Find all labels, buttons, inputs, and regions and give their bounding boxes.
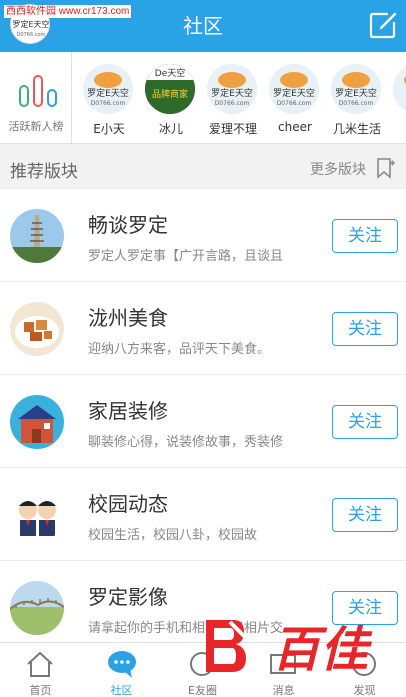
tab-home[interactable]: 首页 xyxy=(0,643,81,697)
user-avatar: 罗定E天空 D0766.com xyxy=(83,64,133,114)
bar-chart-icon xyxy=(19,75,57,107)
user-avatar: De天空 品牌商家 xyxy=(145,64,195,114)
tab-label: 首页 xyxy=(29,684,52,697)
svg-text:罗定E天空: 罗定E天空 xyxy=(87,87,129,99)
board-thumbnail xyxy=(10,395,64,449)
svg-text:罗定E天空: 罗定E天空 xyxy=(273,87,315,99)
user-avatar: 罗定E天空 D0766.com xyxy=(331,64,381,114)
tab-label: 社区 xyxy=(110,684,133,697)
board-row[interactable]: 畅谈罗定 罗定人罗定事【广开言路，且谈且 关注 xyxy=(0,189,406,282)
user-name: 几米生活 xyxy=(332,122,381,136)
board-title: 罗定影像 xyxy=(88,585,168,609)
baijia-logo-watermark: 百佳 xyxy=(206,620,373,678)
active-rank-entry[interactable]: 活跃新人榜 xyxy=(0,52,72,143)
active-user[interactable]: 罗定E天空 D0766.com cheer xyxy=(264,64,326,143)
board-title: 泷州美食 xyxy=(88,306,168,330)
top-header: 罗定E天空 D0766.com 西西软件园 www.cr173.com 社区 xyxy=(0,0,406,52)
active-user[interactable]: De天空 品牌商家 冰儿 xyxy=(140,64,202,143)
tab-label: 消息 xyxy=(272,684,295,697)
svg-text:百佳: 百佳 xyxy=(272,622,373,678)
user-name: 你 xyxy=(384,120,406,137)
user-avatar: 罗定E天空 D0766.com xyxy=(207,64,257,114)
active-users-strip: 活跃新人榜 罗定E天空 D0766.com E小天 De天空 品牌商家 冰儿 罗… xyxy=(0,52,406,144)
board-desc: 聊装修心得，说装修故事，秀装修 xyxy=(88,435,284,450)
svg-text:D0766.com: D0766.com xyxy=(339,100,374,107)
pagoda-image-icon xyxy=(10,209,64,263)
rank-label: 活跃新人榜 xyxy=(8,120,64,133)
board-thumbnail xyxy=(10,209,64,263)
user-avatar: 罗定 D0 xyxy=(393,64,406,114)
board-title: 校园动态 xyxy=(88,492,168,516)
chat-bubble-icon xyxy=(108,651,136,678)
follow-button[interactable]: 关注 xyxy=(332,312,398,346)
tab-label: E友圈 xyxy=(188,684,217,697)
board-row[interactable]: 泷州美食 迎纳八方来客，品评天下美食。 关注 xyxy=(0,282,406,375)
board-desc: 罗定人罗定事【广开言路，且谈且 xyxy=(88,249,284,264)
compose-button[interactable] xyxy=(368,10,398,40)
food-image-icon xyxy=(10,302,64,356)
avatar-logo-icon: De天空 品牌商家 xyxy=(145,64,195,114)
svg-text:D0766.com: D0766.com xyxy=(277,100,312,107)
svg-text:品牌商家: 品牌商家 xyxy=(152,88,188,100)
section-title: 推荐版块 xyxy=(10,162,78,182)
page-title: 社区 xyxy=(183,14,223,38)
svg-text:罗定E天空: 罗定E天空 xyxy=(211,87,253,99)
active-user[interactable]: 罗定 D0 你 xyxy=(388,64,406,143)
avatar-logo-icon: 罗定E天空 D0766.com xyxy=(207,64,257,114)
landscape-image-icon xyxy=(10,581,64,635)
board-list: 畅谈罗定 罗定人罗定事【广开言路，且谈且 关注 泷州美食 迎纳八方来客，品评天下… xyxy=(0,189,406,642)
active-user[interactable]: 罗定E天空 D0766.com E小天 xyxy=(78,64,140,143)
user-avatar: 罗定E天空 D0766.com xyxy=(269,64,319,114)
board-desc: 校园生活，校园八卦，校园故 xyxy=(88,528,258,543)
board-row[interactable]: 家居装修 聊装修心得，说装修故事，秀装修 关注 xyxy=(0,375,406,468)
follow-button[interactable]: 关注 xyxy=(332,405,398,439)
board-thumbnail xyxy=(10,581,64,635)
students-image-icon xyxy=(10,488,64,542)
compose-icon xyxy=(369,12,397,39)
user-name: cheer xyxy=(278,120,312,134)
follow-button[interactable]: 关注 xyxy=(332,219,398,253)
svg-text:De天空: De天空 xyxy=(155,67,185,79)
board-title: 畅谈罗定 xyxy=(88,213,168,237)
avatar-logo-icon: 罗定E天空 D0766.com xyxy=(83,64,133,114)
user-name: 冰儿 xyxy=(158,122,183,136)
board-thumbnail xyxy=(10,488,64,542)
avatar-logo-icon: 罗定E天空 D0766.com xyxy=(269,64,319,114)
svg-text:罗定E天空: 罗定E天空 xyxy=(335,87,377,99)
user-name: 爱理不理 xyxy=(208,122,257,136)
user-name: E小天 xyxy=(93,122,125,136)
board-thumbnail xyxy=(10,302,64,356)
svg-text:D0766.com: D0766.com xyxy=(91,100,126,107)
recommended-section-header: 推荐版块 更多版块 xyxy=(0,145,406,189)
tab-label: 发现 xyxy=(353,684,376,697)
board-desc: 迎纳八方来客，品评天下美食。 xyxy=(88,342,271,357)
board-title: 家居装修 xyxy=(88,399,168,423)
board-row[interactable]: 校园动态 校园生活，校园八卦，校园故 关注 xyxy=(0,468,406,561)
avatar-logo-icon: 罗定 D0 xyxy=(393,64,406,114)
active-user[interactable]: 罗定E天空 D0766.com 爱理不理 xyxy=(202,64,264,143)
follow-button[interactable]: 关注 xyxy=(332,498,398,532)
home-icon xyxy=(27,651,53,677)
tab-community[interactable]: 社区 xyxy=(81,643,162,697)
more-boards-link[interactable]: 更多版块 xyxy=(310,159,366,179)
svg-text:D0766.com: D0766.com xyxy=(215,100,250,107)
house-image-icon xyxy=(10,395,64,449)
avatar-logo-icon: 罗定E天空 D0766.com xyxy=(331,64,381,114)
active-user[interactable]: 罗定E天空 D0766.com 几米生活 xyxy=(326,64,388,143)
bookmark-add-icon[interactable] xyxy=(374,157,396,179)
